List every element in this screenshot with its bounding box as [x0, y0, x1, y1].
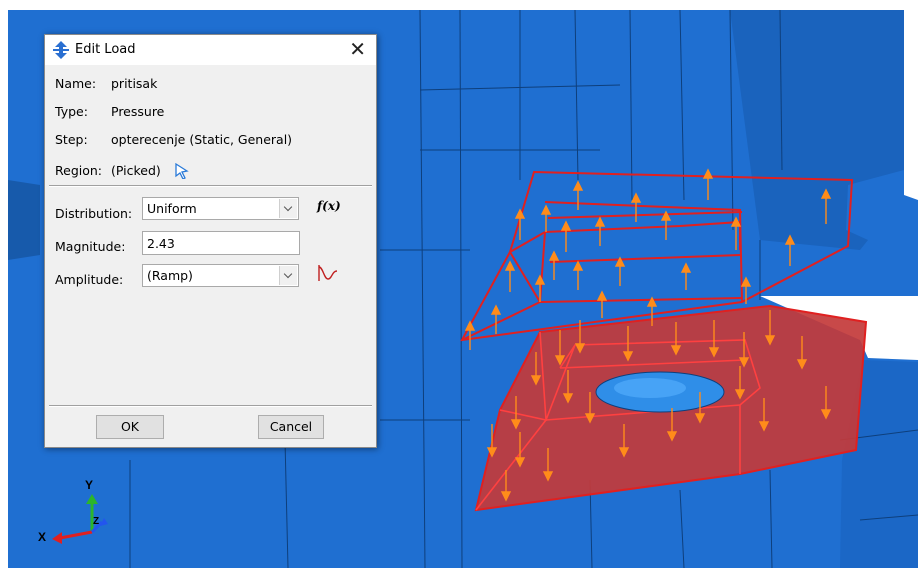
amplitude-select[interactable]: (Ramp): [142, 264, 299, 287]
cancel-button[interactable]: Cancel: [258, 415, 324, 439]
step-value: opterecenje (Static, General): [111, 132, 293, 147]
cursor-pick-icon[interactable]: [175, 162, 189, 180]
amplitude-label: Amplitude:: [55, 272, 124, 287]
magnitude-input[interactable]: 2.43: [142, 231, 300, 255]
amplitude-curve-icon[interactable]: [317, 263, 339, 283]
model-left-shade: [8, 180, 40, 260]
amplitude-value: (Ramp): [147, 268, 193, 283]
name-label: Name:: [55, 76, 97, 91]
fx-button[interactable]: f(x): [317, 199, 341, 213]
step-label: Step:: [55, 132, 88, 147]
distribution-select[interactable]: Uniform: [142, 197, 299, 220]
button-separator: [49, 405, 372, 407]
type-value: Pressure: [111, 104, 165, 119]
name-row: Name: pritisak: [55, 75, 157, 93]
name-value: pritisak: [111, 76, 158, 91]
load-icon: [53, 41, 69, 59]
dialog-title: Edit Load: [75, 42, 136, 57]
magnitude-label: Magnitude:: [55, 239, 126, 254]
type-label: Type:: [55, 104, 88, 119]
dialog-titlebar[interactable]: Edit Load ✕: [45, 35, 376, 65]
region-label: Region:: [55, 163, 103, 178]
separator: [49, 185, 372, 187]
z-axis-label: Z: [93, 516, 100, 527]
y-axis-label: Y: [85, 478, 94, 492]
chevron-down-icon[interactable]: [279, 266, 297, 285]
region-row: Region: (Picked): [55, 159, 189, 180]
chevron-down-icon[interactable]: [279, 199, 297, 218]
edit-load-dialog[interactable]: Edit Load ✕ Name: pritisak Type: Pressure …: [44, 34, 377, 448]
distribution-value: Uniform: [147, 201, 197, 216]
ok-button[interactable]: OK: [96, 415, 164, 439]
x-axis-label: X: [38, 530, 47, 544]
type-row: Type: Pressure: [55, 103, 164, 121]
magnitude-value: 2.43: [147, 236, 175, 251]
distribution-label: Distribution:: [55, 206, 133, 221]
region-value: (Picked): [111, 163, 161, 178]
axis-triad: Y X Z: [30, 474, 120, 554]
close-icon[interactable]: ✕: [349, 38, 366, 60]
step-row: Step: opterecenje (Static, General): [55, 131, 292, 149]
